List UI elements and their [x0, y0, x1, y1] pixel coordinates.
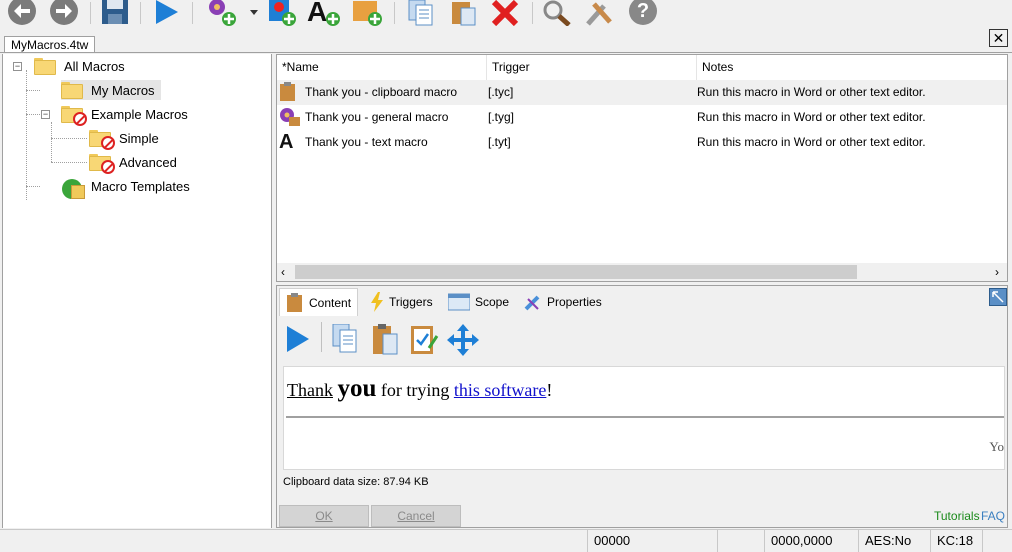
folder-icon — [34, 57, 56, 75]
tree-item-macro-templates[interactable]: Macro Templates — [61, 176, 193, 199]
status-bar: 00000 0000,0000 AES:No KC:18 — [0, 529, 1012, 552]
back-icon[interactable] — [6, 0, 38, 26]
paste-icon[interactable] — [446, 0, 480, 26]
copy-icon[interactable] — [331, 323, 359, 357]
status-kc: KC:18 — [930, 530, 982, 552]
row-trigger: [.tyt] — [488, 135, 511, 149]
status-aes: AES:No — [858, 530, 930, 552]
list-row[interactable]: Thank you - general macro [.tyg] Run thi… — [277, 105, 1007, 130]
content-text: Thank you for trying this software! — [287, 375, 553, 402]
macro-editor-panel: Content Triggers Scope Properties Thank … — [276, 285, 1008, 528]
document-tab[interactable]: MyMacros.4tw — [4, 36, 96, 53]
scroll-thumb[interactable] — [295, 265, 857, 279]
tab-content[interactable]: Content — [279, 288, 359, 316]
move-icon[interactable] — [447, 324, 479, 359]
new-general-macro-icon[interactable] — [203, 0, 241, 26]
list-row[interactable]: Thank you - clipboard macro [.tyc] Run t… — [277, 80, 1007, 105]
row-notes: Run this macro in Word or other text edi… — [697, 110, 926, 124]
row-name: Thank you - general macro — [305, 110, 449, 124]
faq-link[interactable]: FAQ — [981, 509, 1005, 523]
new-folder-icon[interactable] — [350, 0, 386, 26]
save-icon[interactable] — [98, 0, 132, 26]
clipboard-content[interactable]: Thank you for trying this software! Yo — [283, 366, 1005, 470]
tab-scope[interactable]: Scope — [441, 288, 516, 316]
status-counter: 00000 — [587, 530, 717, 552]
clipboard-icon — [287, 292, 302, 312]
collapse-all-macros-icon[interactable]: − — [13, 62, 22, 71]
maximize-panel-icon[interactable] — [989, 288, 1007, 306]
row-notes: Run this macro in Word or other text edi… — [697, 135, 926, 149]
content-link[interactable]: this software — [454, 380, 546, 400]
tab-divider — [0, 52, 1012, 53]
svg-text:A: A — [307, 0, 327, 27]
macro-list[interactable]: *Name Trigger Notes Thank you - clipboar… — [276, 54, 1008, 282]
row-trigger: [.tyg] — [488, 110, 515, 124]
clipboard-size-label: Clipboard data size: 87.94 KB — [283, 476, 429, 488]
folder-disabled-icon — [89, 153, 115, 174]
delete-icon[interactable] — [488, 0, 522, 26]
folder-disabled-icon — [61, 105, 87, 126]
column-header-notes[interactable]: Notes — [697, 55, 1007, 80]
row-notes: Run this macro in Word or other text edi… — [697, 85, 926, 99]
resize-grip[interactable] — [982, 530, 1012, 552]
tree-item-my-macros[interactable]: My Macros — [61, 80, 161, 100]
row-name: Thank you - text macro — [305, 135, 428, 149]
new-clipboard-macro-icon[interactable] — [264, 0, 300, 26]
lightning-icon — [371, 292, 383, 312]
column-header-trigger[interactable]: Trigger — [487, 55, 697, 80]
horizontal-scrollbar[interactable]: ‹ › — [277, 263, 1007, 281]
macro-tree[interactable]: − − All Macros My Macros Example Macros … — [2, 54, 272, 528]
tree-item-example-macros[interactable]: Example Macros — [61, 104, 191, 126]
tab-triggers[interactable]: Triggers — [363, 288, 440, 316]
new-text-macro-icon[interactable]: A — [306, 0, 344, 27]
dropdown-arrow-icon[interactable] — [247, 0, 261, 26]
window-icon — [448, 293, 470, 311]
templates-icon — [61, 178, 85, 199]
row-name: Thank you - clipboard macro — [305, 85, 458, 99]
tab-properties[interactable]: Properties — [517, 288, 609, 316]
copy-icon[interactable] — [404, 0, 438, 26]
horizontal-rule — [286, 416, 1004, 418]
options-icon[interactable] — [582, 0, 616, 26]
toolbar: A ? — [0, 0, 1012, 30]
help-icon[interactable]: ? — [626, 0, 660, 26]
cancel-button[interactable]: Cancel — [371, 505, 461, 527]
find-icon[interactable] — [540, 0, 574, 26]
folder-icon — [61, 81, 83, 99]
tree-item-simple[interactable]: Simple — [89, 128, 162, 150]
folder-disabled-icon — [89, 129, 115, 150]
list-row[interactable]: A Thank you - text macro [.tyt] Run this… — [277, 130, 1007, 155]
scroll-right-icon[interactable]: › — [995, 265, 999, 279]
forward-icon[interactable] — [48, 0, 80, 26]
properties-icon — [524, 295, 540, 311]
close-icon[interactable]: ✕ — [989, 29, 1008, 47]
ok-button[interactable]: OK — [279, 505, 369, 527]
play-icon[interactable] — [285, 324, 311, 357]
scroll-left-icon[interactable]: ‹ — [281, 265, 285, 279]
paste-icon[interactable] — [371, 324, 399, 359]
tree-item-advanced[interactable]: Advanced — [89, 152, 180, 174]
text-a-icon: A — [279, 131, 294, 153]
tree-item-all-macros[interactable]: All Macros — [34, 56, 128, 76]
run-icon[interactable] — [150, 0, 182, 26]
column-header-name[interactable]: *Name — [277, 55, 487, 80]
row-trigger: [.tyc] — [488, 85, 514, 99]
edit-clipboard-icon[interactable] — [409, 324, 439, 359]
tutorials-link[interactable]: Tutorials — [934, 509, 980, 523]
status-position: 0000,0000 — [764, 530, 858, 552]
collapse-example-macros-icon[interactable]: − — [41, 110, 50, 119]
